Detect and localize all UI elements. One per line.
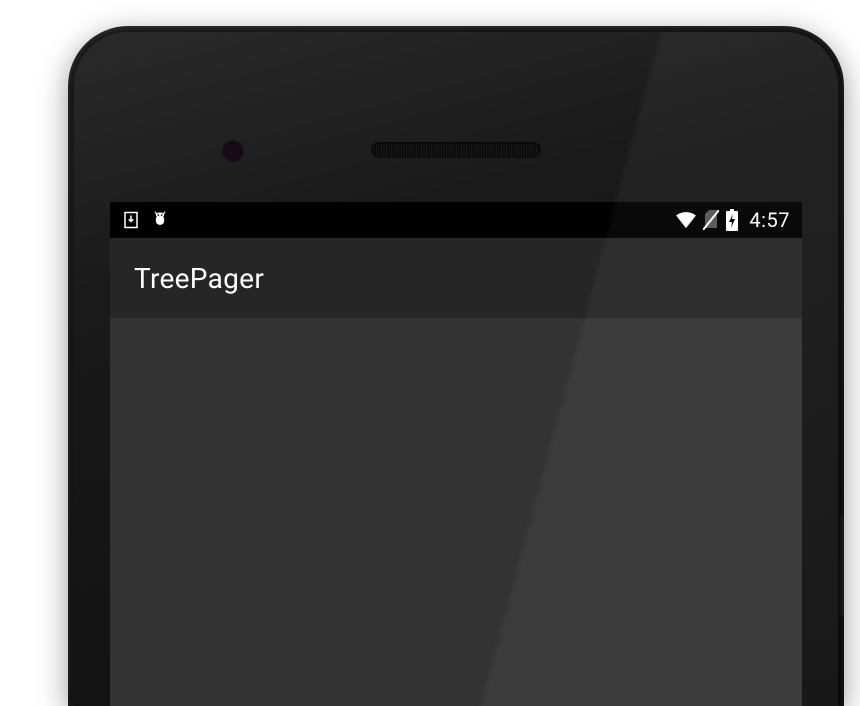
app-content-area[interactable] xyxy=(110,318,802,706)
phone-screen: 4:57 TreePager xyxy=(110,202,802,706)
status-bar-clock: 4:57 xyxy=(749,208,790,232)
app-action-bar: TreePager xyxy=(110,238,802,318)
front-camera xyxy=(222,140,244,162)
power-button[interactable] xyxy=(838,516,844,616)
android-status-bar[interactable]: 4:57 xyxy=(110,202,802,238)
status-bar-system: 4:57 xyxy=(675,208,790,232)
status-bar-notifications xyxy=(122,210,170,230)
no-sim-icon xyxy=(703,210,719,230)
android-debug-icon xyxy=(150,210,170,230)
battery-charging-icon xyxy=(725,209,739,231)
wifi-icon xyxy=(675,211,697,229)
phone-device-frame: 4:57 TreePager xyxy=(68,26,844,706)
phone-bezel: 4:57 TreePager xyxy=(74,32,838,706)
download-icon xyxy=(122,211,140,229)
earpiece-speaker xyxy=(371,142,541,158)
app-title: TreePager xyxy=(134,262,264,295)
